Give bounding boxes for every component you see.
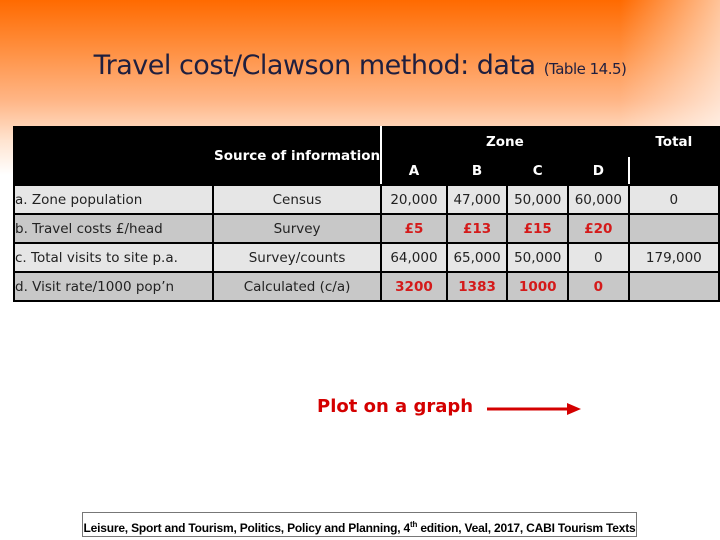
citation-footer: Leisure, Sport and Tourism, Politics, Po… (82, 512, 637, 537)
cell-zone-b: 47,000 (445, 184, 509, 215)
cell-total (627, 271, 720, 302)
cell-zone-b: £13 (445, 213, 509, 244)
cell-zone-d: 0 (567, 271, 630, 302)
citation-text-before: Leisure, Sport and Tourism, Politics, Po… (83, 521, 411, 535)
header-zone-d: D (567, 155, 630, 186)
title-table-ref: (Table 14.5) (543, 60, 627, 78)
cell-zone-a: 20,000 (380, 184, 448, 215)
header-total: Total (627, 126, 720, 186)
data-table: Source of information Zone Total A B C D… (13, 126, 720, 302)
cell-zone-a: £5 (380, 213, 448, 244)
cell-zone-a: 3200 (380, 271, 448, 302)
cell-zone-d: 60,000 (567, 184, 630, 215)
row-label: c. Total visits to site p.a. (13, 242, 214, 273)
cell-zone-c: 50,000 (506, 184, 570, 215)
slide-title: Travel cost/Clawson method: data (Table … (0, 50, 720, 81)
table-row-travel-costs: b. Travel costs £/head Survey £5 £13 £15… (13, 213, 720, 244)
header-zone-a: A (380, 155, 448, 186)
header-zone-b: B (445, 155, 509, 186)
right-arrow-icon (487, 403, 581, 415)
corner-header-cell (13, 126, 214, 186)
cell-total: 0 (627, 184, 720, 215)
table-row-visit-rate: d. Visit rate/1000 pop’n Calculated (c/a… (13, 271, 720, 302)
cell-zone-c: £15 (506, 213, 570, 244)
row-source: Survey/counts (211, 242, 383, 273)
header-zone: Zone (380, 126, 630, 157)
row-source: Calculated (c/a) (211, 271, 383, 302)
table-row-zone-population: a. Zone population Census 20,000 47,000 … (13, 184, 720, 215)
title-main: Travel cost/Clawson method: data (93, 50, 537, 81)
cell-total: 179,000 (627, 242, 720, 273)
header-zone-c: C (506, 155, 570, 186)
cell-zone-c: 1000 (506, 271, 570, 302)
row-source: Survey (211, 213, 383, 244)
row-label: b. Travel costs £/head (13, 213, 214, 244)
row-source: Census (211, 184, 383, 215)
cell-zone-b: 1383 (445, 271, 509, 302)
header-source: Source of information (211, 126, 383, 186)
cell-zone-c: 50,000 (506, 242, 570, 273)
row-label: d. Visit rate/1000 pop’n (13, 271, 214, 302)
cell-zone-d: £20 (567, 213, 630, 244)
plot-callout-text: Plot on a graph (317, 396, 474, 417)
cell-zone-d: 0 (567, 242, 630, 273)
table-row-total-visits: c. Total visits to site p.a. Survey/coun… (13, 242, 720, 273)
row-label: a. Zone population (13, 184, 214, 215)
cell-zone-a: 64,000 (380, 242, 448, 273)
cell-total (627, 213, 720, 244)
cell-zone-b: 65,000 (445, 242, 509, 273)
citation-text-after: edition, Veal, 2017, CABI Tourism Texts (417, 521, 636, 535)
